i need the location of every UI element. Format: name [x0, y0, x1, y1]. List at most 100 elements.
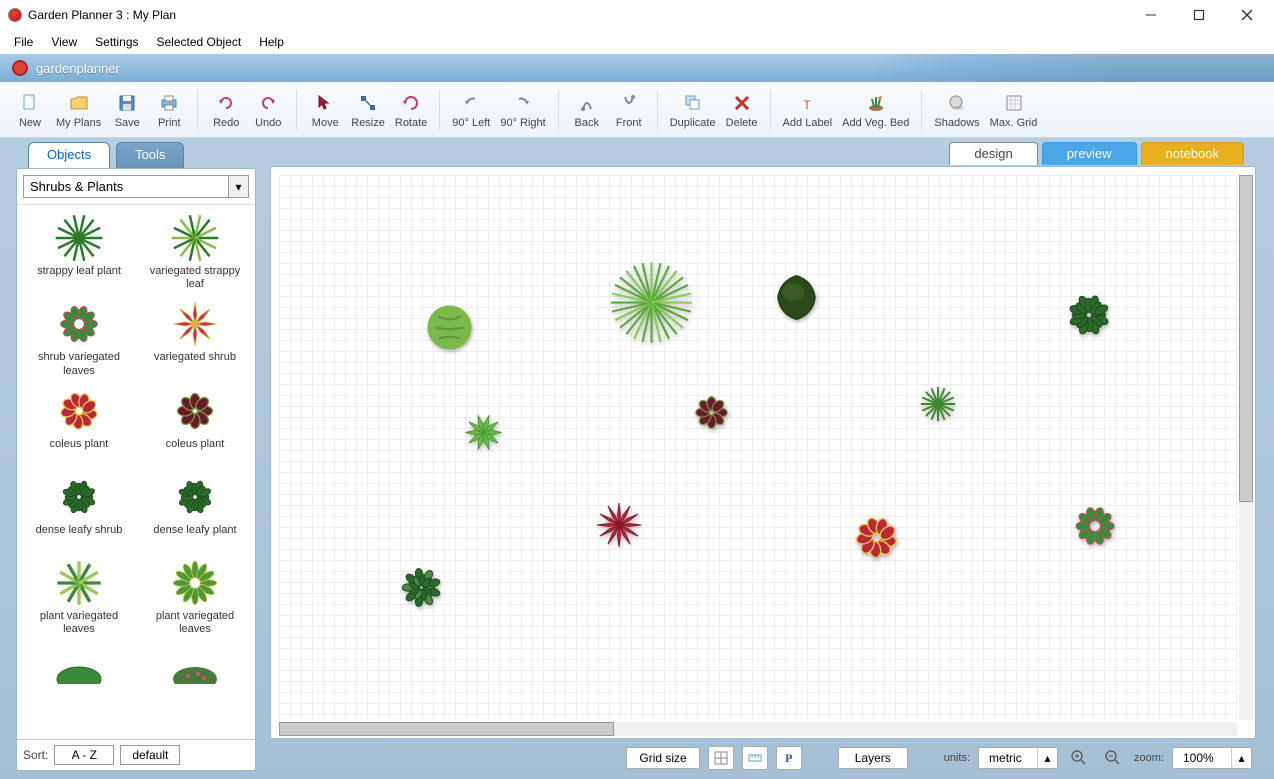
add-label-button[interactable]: T Add Label: [779, 89, 837, 131]
canvas-plant[interactable]: [594, 500, 644, 553]
grid-ruler-icon[interactable]: [742, 746, 768, 770]
design-canvas[interactable]: [270, 166, 1256, 739]
object-item[interactable]: shrub variegated leaves: [23, 297, 135, 379]
canvas-plant[interactable]: [1069, 500, 1121, 555]
move-button[interactable]: Move: [305, 89, 345, 131]
tab-notebook[interactable]: notebook: [1141, 142, 1245, 165]
tab-design[interactable]: design: [949, 142, 1037, 165]
sort-default-button[interactable]: default: [120, 745, 180, 765]
duplicate-button[interactable]: Duplicate: [666, 89, 720, 131]
menu-help[interactable]: Help: [251, 33, 292, 51]
toolbar-label: Print: [158, 117, 181, 129]
object-item[interactable]: strappy leaf plant: [23, 211, 135, 293]
menu-selected-object[interactable]: Selected Object: [149, 33, 250, 51]
object-label: variegated shrub: [154, 351, 236, 377]
object-item[interactable]: variegated shrub: [139, 297, 251, 379]
canvas-plant[interactable]: [769, 270, 824, 328]
units-value: metric: [979, 748, 1037, 768]
perspective-p-icon[interactable]: P: [776, 746, 802, 770]
toolbar-label: New: [19, 117, 41, 129]
layers-button[interactable]: Layers: [838, 747, 908, 769]
max-grid-icon: [1002, 91, 1026, 115]
object-item[interactable]: [139, 642, 251, 696]
object-item[interactable]: coleus plant: [23, 384, 135, 466]
canvas-plant[interactable]: [461, 410, 506, 458]
chevron-up-icon[interactable]: ▴: [1231, 748, 1251, 768]
vertical-scrollbar[interactable]: [1239, 175, 1253, 720]
grid-size-button[interactable]: Grid size: [626, 747, 699, 769]
new-button[interactable]: New: [10, 89, 50, 131]
horizontal-scrollbar[interactable]: [279, 722, 1237, 736]
toolbar-label: Move: [312, 117, 339, 129]
canvas-plant[interactable]: [849, 510, 904, 568]
toolbar-label: Add Veg. Bed: [842, 117, 909, 129]
90-right-icon: [511, 91, 535, 115]
canvas-plant[interactable]: [1059, 285, 1119, 348]
add-label-icon: T: [795, 91, 819, 115]
max-grid-button[interactable]: Max. Grid: [986, 89, 1042, 131]
zoom-label: zoom:: [1134, 752, 1164, 764]
zoom-dropdown[interactable]: 100% ▴: [1172, 747, 1252, 769]
menu-file[interactable]: File: [6, 33, 41, 51]
object-label: coleus plant: [50, 438, 109, 464]
chevron-down-icon[interactable]: ▾: [229, 175, 249, 198]
tab-tools[interactable]: Tools: [116, 142, 184, 168]
units-label: units:: [944, 752, 970, 764]
shadows-button[interactable]: Shadows: [930, 89, 983, 131]
print-button[interactable]: Print: [149, 89, 189, 131]
save-icon: [115, 91, 139, 115]
front-button[interactable]: Front: [609, 89, 649, 131]
status-bar: Grid size P Layers units: metric ▴ zoom:…: [270, 743, 1256, 773]
undo-button[interactable]: Undo: [248, 89, 288, 131]
minimize-button[interactable]: [1136, 5, 1166, 25]
chevron-up-icon[interactable]: ▴: [1037, 748, 1057, 768]
object-item[interactable]: plant variegated leaves: [23, 556, 135, 638]
menu-settings[interactable]: Settings: [87, 33, 146, 51]
object-label: variegated strappy leaf: [141, 265, 249, 291]
print-icon: [157, 91, 181, 115]
canvas-plant[interactable]: [919, 385, 957, 426]
tab-objects[interactable]: Objects: [28, 142, 110, 168]
add-veg-bed-button[interactable]: Add Veg. Bed: [838, 89, 913, 131]
canvas-plant[interactable]: [689, 390, 734, 438]
90-right-button[interactable]: 90° Right: [496, 89, 549, 131]
redo-button[interactable]: Redo: [206, 89, 246, 131]
object-item[interactable]: [23, 642, 135, 696]
object-item[interactable]: plant variegated leaves: [139, 556, 251, 638]
category-dropdown[interactable]: Shrubs & Plants ▾: [23, 175, 249, 198]
toolbar-label: 90° Left: [452, 117, 490, 129]
window-title: Garden Planner 3 : My Plan: [28, 8, 176, 22]
maximize-button[interactable]: [1184, 5, 1214, 25]
close-button[interactable]: [1232, 5, 1262, 25]
menu-view[interactable]: View: [43, 33, 85, 51]
my-plans-button[interactable]: My Plans: [52, 89, 105, 131]
zoom-in-icon[interactable]: [1066, 746, 1092, 770]
delete-button[interactable]: Delete: [722, 89, 762, 131]
object-item[interactable]: coleus plant: [139, 384, 251, 466]
main-area: Objects Tools Shrubs & Plants ▾ strappy …: [0, 138, 1274, 779]
rotate-button[interactable]: Rotate: [391, 89, 431, 131]
tab-preview[interactable]: preview: [1042, 142, 1137, 165]
90-left-button[interactable]: 90° Left: [448, 89, 494, 131]
toolbar-label: Max. Grid: [990, 117, 1038, 129]
resize-button[interactable]: Resize: [347, 89, 389, 131]
object-item[interactable]: variegated strappy leaf: [139, 211, 251, 293]
toolbar-label: Undo: [255, 117, 281, 129]
object-list[interactable]: strappy leaf plantvariegated strappy lea…: [17, 205, 255, 739]
back-button[interactable]: Back: [567, 89, 607, 131]
object-item[interactable]: dense leafy plant: [139, 470, 251, 552]
canvas-plant[interactable]: [394, 560, 449, 618]
canvas-plant[interactable]: [422, 300, 477, 358]
save-button[interactable]: Save: [107, 89, 147, 131]
toolbar-label: Add Label: [783, 117, 833, 129]
zoom-out-icon[interactable]: [1100, 746, 1126, 770]
sort-az-button[interactable]: A - Z: [54, 745, 114, 765]
object-item[interactable]: dense leafy shrub: [23, 470, 135, 552]
canvas-grid: [279, 175, 1237, 720]
object-label: plant variegated leaves: [25, 610, 133, 636]
canvas-plant[interactable]: [609, 260, 694, 348]
toolbar-label: Rotate: [395, 117, 427, 129]
grid-standard-icon[interactable]: [708, 746, 734, 770]
units-dropdown[interactable]: metric ▴: [978, 747, 1058, 769]
object-label: shrub variegated leaves: [25, 351, 133, 377]
